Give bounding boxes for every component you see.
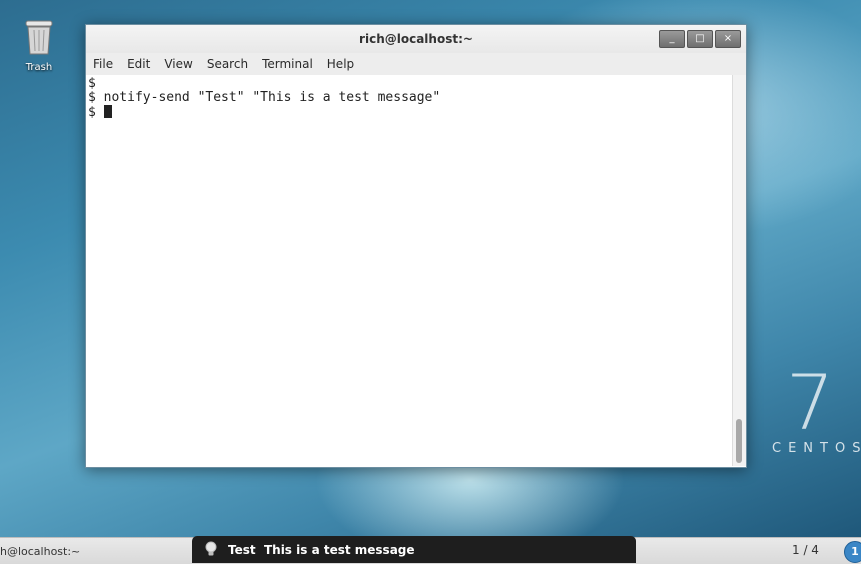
scrollbar-thumb[interactable] (736, 419, 742, 463)
menu-terminal[interactable]: Terminal (262, 57, 313, 71)
menu-help[interactable]: Help (327, 57, 354, 71)
window-title: rich@localhost:~ (359, 32, 473, 46)
text-cursor (103, 105, 112, 118)
trash-desktop-icon[interactable]: Trash (14, 18, 64, 73)
close-button[interactable]: × (715, 30, 741, 48)
taskbar-window-button[interactable]: h@localhost:~ (0, 545, 80, 558)
lightbulb-icon (204, 541, 218, 557)
terminal-window[interactable]: rich@localhost:~ _ □ × File Edit View Se… (85, 24, 747, 468)
menu-edit[interactable]: Edit (127, 57, 150, 71)
notification-banner[interactable]: Test This is a test message (192, 536, 636, 563)
terminal-scrollbar[interactable] (732, 75, 746, 466)
notification-text: Test This is a test message (228, 543, 415, 557)
trash-label: Trash (25, 62, 53, 73)
terminal-prompt-line: $ (88, 105, 732, 120)
terminal-line: $ (88, 76, 96, 91)
minimize-button[interactable]: _ (659, 30, 685, 48)
window-controls: _ □ × (659, 30, 741, 48)
terminal-output[interactable]: $ $ notify-send "Test" "This is a test m… (86, 75, 732, 466)
desktop: Trash 7 CENTOS rich@localhost:~ _ □ × Fi… (0, 0, 861, 537)
terminal-line: $ notify-send "Test" "This is a test mes… (88, 90, 441, 105)
menu-view[interactable]: View (164, 57, 192, 71)
notification-count-badge[interactable]: 1 (844, 541, 861, 563)
workspace-pager[interactable]: 1 / 4 (792, 543, 819, 557)
centos-logo-text: CENTOS (772, 441, 861, 456)
menubar: File Edit View Search Terminal Help (86, 53, 746, 75)
centos-logo-number: 7 (786, 358, 835, 447)
notification-body: This is a test message (263, 543, 415, 557)
terminal-prompt: $ (88, 105, 96, 120)
trash-icon (23, 18, 55, 56)
maximize-button[interactable]: □ (687, 30, 713, 48)
window-titlebar[interactable]: rich@localhost:~ _ □ × (86, 25, 746, 53)
notification-title: Test (228, 543, 256, 557)
menu-search[interactable]: Search (207, 57, 248, 71)
menu-file[interactable]: File (93, 57, 113, 71)
